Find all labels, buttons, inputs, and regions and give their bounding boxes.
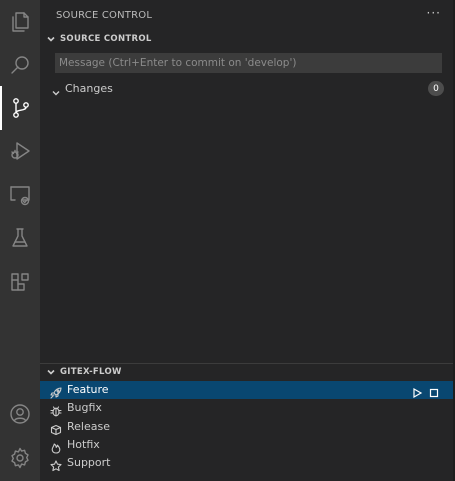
activity-source-control[interactable]: [0, 86, 40, 130]
gitflow-item-label: Hotfix: [67, 438, 100, 451]
sidebar: SOURCE CONTROL ··· SOURCE CONTROL Change…: [40, 0, 453, 481]
changes-count-badge: 0: [428, 81, 444, 96]
activity-extensions[interactable]: [0, 260, 40, 304]
gear-icon: [11, 447, 29, 469]
gitflow-item-hotfix[interactable]: Hotfix: [40, 436, 453, 454]
sidebar-title-bar: SOURCE CONTROL ···: [40, 0, 453, 32]
flame-icon: [50, 439, 62, 454]
activity-manage[interactable]: [0, 436, 40, 480]
more-actions-button[interactable]: ···: [427, 6, 441, 20]
gitflow-item-label: Feature: [67, 383, 109, 396]
chevron-down-icon: [43, 367, 59, 377]
gitflow-item-label: Bugfix: [67, 401, 102, 414]
gitflow-item-label: Release: [67, 420, 110, 433]
source-control-icon: [13, 98, 29, 118]
extensions-icon: [11, 273, 29, 291]
gitflow-section-header[interactable]: GITEX-FLOW: [40, 362, 453, 382]
activity-run-debug[interactable]: [0, 129, 40, 173]
run-debug-icon: [11, 142, 30, 160]
activity-remote-explorer[interactable]: [0, 173, 40, 217]
beaker-icon: [12, 228, 28, 247]
changes-label: Changes: [65, 82, 113, 95]
search-icon: [11, 56, 29, 74]
stop-icon[interactable]: [428, 384, 440, 398]
commit-message-input[interactable]: [55, 53, 442, 73]
remote-explorer-icon: [10, 186, 30, 206]
package-icon: [50, 421, 62, 436]
activity-testing[interactable]: [0, 216, 40, 260]
gitflow-item-release[interactable]: Release: [40, 418, 453, 436]
scm-section-label: SOURCE CONTROL: [60, 34, 152, 44]
rocket-icon: [50, 384, 62, 399]
activity-accounts[interactable]: [0, 392, 40, 436]
activity-search[interactable]: [0, 43, 40, 87]
account-icon: [10, 404, 30, 424]
gitflow-item-feature[interactable]: Feature: [40, 381, 453, 399]
gitflow-item-label: Support: [67, 456, 111, 469]
gitflow-item-bugfix[interactable]: Bugfix: [40, 399, 453, 417]
files-icon: [12, 12, 29, 32]
activity-explorer[interactable]: [0, 0, 40, 44]
changes-group[interactable]: Changes 0: [40, 79, 453, 99]
play-icon[interactable]: [411, 384, 423, 399]
activity-bar: [0, 0, 40, 481]
gitflow-section-label: GITEX-FLOW: [60, 367, 122, 377]
star-icon: [50, 457, 62, 472]
bug-icon: [50, 402, 62, 417]
gitflow-item-support[interactable]: Support: [40, 454, 453, 472]
sidebar-title: SOURCE CONTROL: [56, 10, 153, 21]
chevron-down-icon: [51, 83, 61, 96]
scm-section-header[interactable]: SOURCE CONTROL: [40, 29, 453, 49]
chevron-down-icon: [43, 34, 59, 44]
